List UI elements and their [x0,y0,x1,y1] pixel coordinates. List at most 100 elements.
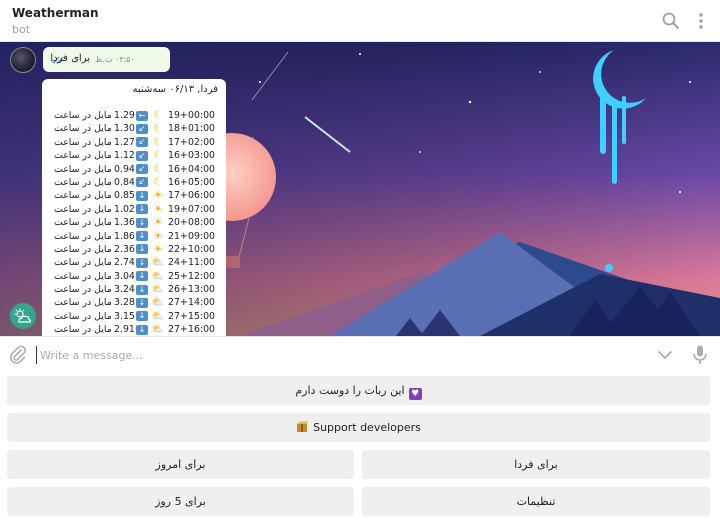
wind-speed: 0.94 [114,163,135,175]
wind-speed: 1.36 [114,217,135,229]
temperature: 18+ [168,123,188,135]
more-vertical-icon[interactable] [690,10,712,32]
bot-menu-button[interactable] [10,303,36,329]
forecast-time: 04:00 [188,163,216,175]
forecast-time: 15:00 [188,310,216,322]
wind-unit-label: مایل در ساعت [54,257,112,269]
temperature: 27+ [168,310,188,322]
outgoing-message-text: برای فردا [50,53,90,64]
wind-direction-icon: ↓ [136,271,148,282]
forecast-message: فردا, ۰۶/۱۳ سه‌شنبه مایل در ساعت 1.29 ← ☾ 19… [42,79,226,336]
temperature: 19+ [168,203,188,215]
wind-speed: 3.04 [114,270,135,282]
wind-speed: 3.24 [114,284,135,296]
temperature: 25+ [168,270,188,282]
forecast-time: 09:00 [188,230,216,242]
temperature: 16+ [168,176,188,188]
forecast-time: 16:00 [188,324,216,336]
five-days-button[interactable]: برای 5 روز [7,487,354,516]
wind-unit-label: مایل در ساعت [54,136,112,148]
sun-icon: ☀ [153,230,163,242]
today-label: برای امروز [155,458,206,471]
wind-unit-label: مایل در ساعت [54,123,112,135]
attach-icon[interactable] [8,344,28,366]
wind-unit-label: مایل در ساعت [54,190,112,202]
wind-direction-icon: ↙ [136,150,148,161]
five-days-label: برای 5 روز [155,495,206,508]
wind-direction-icon: ↙ [136,137,148,148]
moon-icon: ☾ [153,176,163,188]
message-composer [0,336,720,372]
message-input[interactable] [36,346,436,364]
wind-speed: 3.15 [114,310,135,322]
love-bot-label: این ربات را دوست دارم [295,384,405,397]
user-avatar[interactable] [10,47,36,73]
support-developers-button[interactable]: Support developers [7,413,710,442]
weather-cloud-icon [14,308,31,323]
moon-icon: ☾ [153,163,163,175]
temperature: 27+ [168,297,188,309]
forecast-time: 12:00 [188,270,216,282]
search-icon[interactable] [660,10,682,32]
partly-cloudy-icon: ⛅ [151,284,165,296]
wind-unit-label: مایل در ساعت [54,176,112,188]
forecast-time: 03:00 [188,150,216,162]
temperature: 17+ [168,136,188,148]
moon-icon: ☾ [153,110,163,121]
wind-direction-icon: ↓ [136,231,148,242]
temperature: 16+ [168,150,188,162]
partly-cloudy-icon: ⛅ [151,257,165,269]
chat-header: Weatherman bot [0,0,720,42]
forecast-list: مایل در ساعت 1.29 ← ☾ 19+ 00:00 مایل در ساعت 1.… [54,109,224,336]
wind-speed: 1.12 [114,150,135,162]
moon-icon: ☾ [153,136,163,148]
wind-direction-icon: ↙ [136,123,148,134]
forecast-time: 10:00 [188,243,216,255]
wind-direction-icon: ↓ [136,257,148,268]
heart-icon: ♥ [408,388,422,400]
sun-icon: ☀ [153,217,163,229]
wind-direction-icon: ↙ [136,164,148,175]
temperature: 19+ [168,110,188,121]
tomorrow-button[interactable]: برای فردا [362,450,710,479]
wind-direction-icon: ↓ [136,190,148,201]
settings-label: تنظیمات [516,495,556,508]
partly-cloudy-icon: ⛅ [151,297,165,309]
tomorrow-label: برای فردا [514,458,558,471]
forecast-row: مایل در ساعت 1.02 ↓ ☀ 19+ 07:00 [54,203,224,216]
wind-speed: 1.27 [114,136,135,148]
today-button[interactable]: برای امروز [7,450,354,479]
forecast-row: مایل در ساعت 1.30 ↙ ☾ 18+ 01:00 [54,122,224,135]
love-bot-button[interactable]: این ربات را دوست دارم ♥ [7,376,710,405]
forecast-row: مایل در ساعت 1.12 ↙ ☾ 16+ 03:00 [54,149,224,162]
wind-speed: 0.85 [114,190,135,202]
forecast-time: 11:00 [188,257,216,269]
temperature: 20+ [168,217,188,229]
forecast-row: مایل در ساعت 2.91 ↓ ⛅ 27+ 16:00 [54,323,224,336]
wind-direction-icon: ↓ [136,244,148,255]
wind-unit-label: مایل در ساعت [54,217,112,229]
temperature: 16+ [168,163,188,175]
forecast-row: مایل در ساعت 1.27 ↙ ☾ 17+ 02:00 [54,136,224,149]
wind-speed: 3.28 [114,297,135,309]
forecast-row: مایل در ساعت 3.04 ↓ ⛅ 25+ 12:00 [54,270,224,283]
forecast-row: مایل در ساعت 1.29 ← ☾ 19+ 00:00 [54,109,224,122]
microphone-icon[interactable] [691,344,709,366]
wind-speed: 2.74 [114,257,135,269]
chat-title[interactable]: Weatherman [12,6,99,20]
wind-direction-icon: ↙ [136,177,148,188]
wind-speed: 2.91 [114,324,135,336]
message-time: ۰۳:۵۰ ب.ظ [95,55,135,64]
temperature: 27+ [168,324,188,336]
wind-unit-label: مایل در ساعت [54,297,112,309]
settings-button[interactable]: تنظیمات [362,487,710,516]
temperature: 21+ [168,230,188,242]
moon-icon: ☾ [153,123,163,135]
forecast-time: 08:00 [188,217,216,229]
forecast-row: مایل در ساعت 1.36 ↓ ☀ 20+ 08:00 [54,216,224,229]
wind-direction-icon: ↓ [136,204,148,215]
chevron-down-icon[interactable] [655,346,675,364]
partly-cloudy-icon: ⛅ [151,310,165,322]
wind-unit-label: مایل در ساعت [54,230,112,242]
forecast-time: 02:00 [188,136,216,148]
